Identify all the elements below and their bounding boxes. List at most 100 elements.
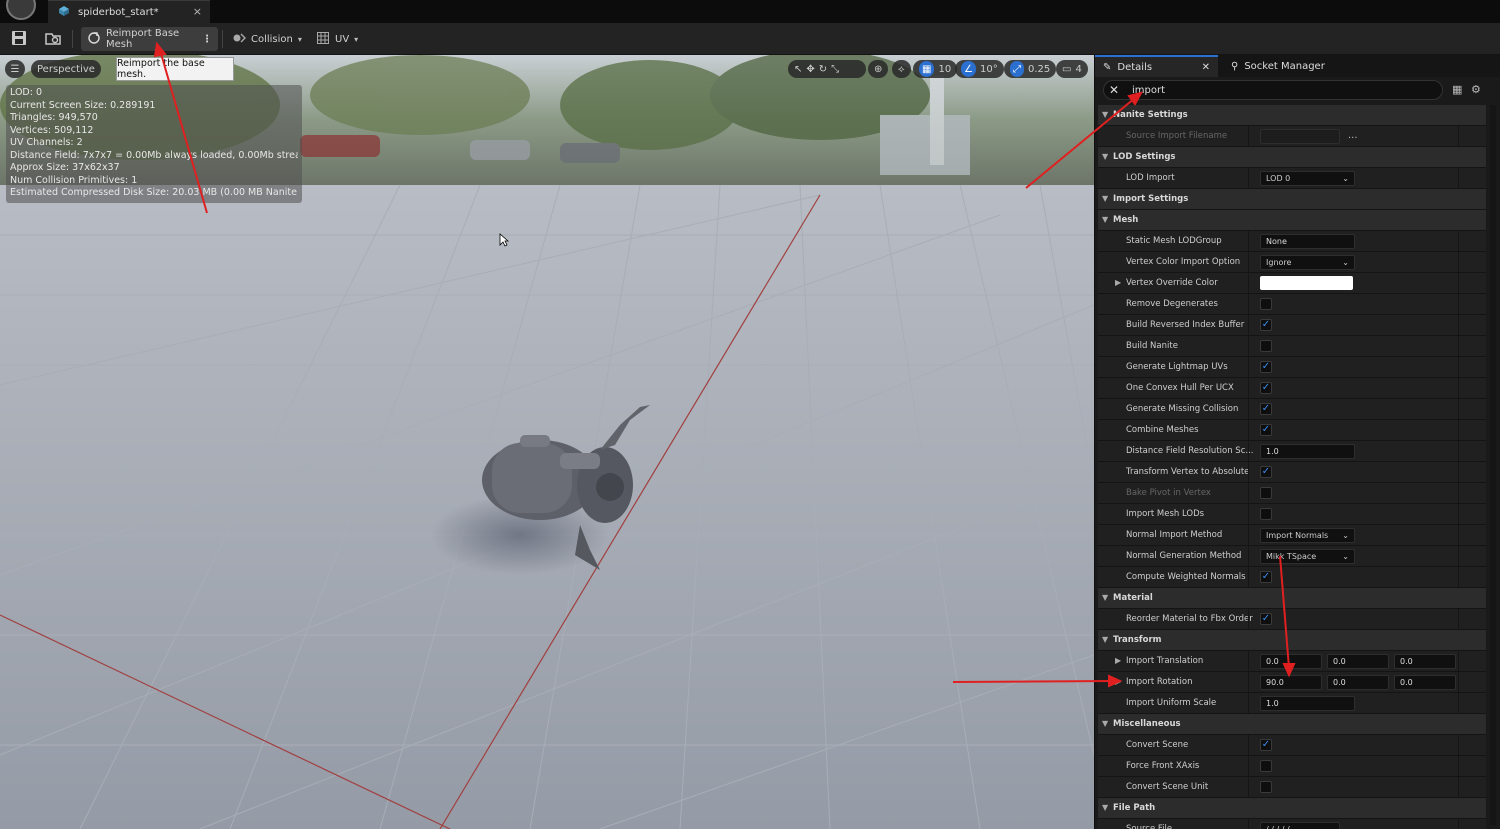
column-divider[interactable] xyxy=(1248,609,1249,629)
column-divider[interactable] xyxy=(1248,735,1249,755)
column-divider[interactable] xyxy=(1248,231,1249,251)
property-checkbox[interactable]: ✓ xyxy=(1260,613,1272,625)
collapse-arrow-icon[interactable]: ▼ xyxy=(1102,588,1108,608)
collapse-arrow-icon[interactable]: ▼ xyxy=(1102,714,1108,734)
section-header[interactable]: ▼ Material xyxy=(1098,588,1486,609)
mesh-viewport[interactable]: ☰ Perspective ↖ ✥ ↻ ⤡ ⊕ ⟡ ▦ 10 ∠ 10° ⤢ 0… xyxy=(0,55,1094,829)
expand-arrow-icon[interactable]: ▶ xyxy=(1115,651,1121,671)
property-checkbox[interactable] xyxy=(1260,508,1272,520)
gear-icon[interactable]: ⚙ xyxy=(1471,83,1485,97)
select-icon[interactable]: ↖ xyxy=(794,64,802,75)
move-icon[interactable]: ✥ xyxy=(806,64,814,75)
collision-menu-button[interactable]: Collision ▾ xyxy=(226,27,308,51)
section-header[interactable]: ▼ LOD Settings xyxy=(1098,147,1486,168)
section-header[interactable]: ▼ Mesh xyxy=(1098,210,1486,231)
reimport-base-mesh-button[interactable]: Reimport Base Mesh ⋮ xyxy=(81,27,218,51)
column-divider[interactable] xyxy=(1248,378,1249,398)
tab-details[interactable]: ✎ Details ✕ xyxy=(1095,55,1218,77)
surface-snap-toggle[interactable]: ⟡ xyxy=(892,60,911,78)
close-icon[interactable]: ✕ xyxy=(1202,62,1210,73)
y-component-field[interactable]: 0.0 xyxy=(1327,654,1389,669)
column-divider[interactable] xyxy=(1248,504,1249,524)
collapse-arrow-icon[interactable]: ▼ xyxy=(1102,630,1108,650)
column-divider[interactable] xyxy=(1248,420,1249,440)
scale-snap-button[interactable]: ⤢ 0.25 xyxy=(1004,60,1057,78)
collapse-arrow-icon[interactable]: ▼ xyxy=(1102,189,1108,209)
expand-arrow-icon[interactable]: ▶ xyxy=(1115,672,1121,692)
column-divider[interactable] xyxy=(1248,819,1249,829)
column-divider[interactable] xyxy=(1248,672,1249,692)
property-matrix-icon[interactable]: ▦ xyxy=(1452,83,1466,97)
collapse-arrow-icon[interactable]: ▼ xyxy=(1102,147,1108,167)
section-header[interactable]: ▼ Miscellaneous xyxy=(1098,714,1486,735)
column-divider[interactable] xyxy=(1248,252,1249,272)
x-component-field[interactable]: 0.0 xyxy=(1260,654,1322,669)
section-header[interactable]: ▼ Transform xyxy=(1098,630,1486,651)
property-dropdown[interactable]: Import Normals ⌄ xyxy=(1260,528,1355,543)
property-checkbox[interactable]: ✓ xyxy=(1260,382,1272,394)
column-divider[interactable] xyxy=(1248,693,1249,713)
section-header[interactable]: ▼ File Path xyxy=(1098,798,1486,819)
rotation-snap-button[interactable]: ∠ 10° xyxy=(955,60,1004,78)
scale-icon[interactable]: ⤡ xyxy=(831,64,839,75)
collapse-arrow-icon[interactable]: ▼ xyxy=(1102,210,1108,230)
column-divider[interactable] xyxy=(1248,336,1249,356)
column-divider[interactable] xyxy=(1248,462,1249,482)
property-checkbox[interactable] xyxy=(1260,340,1272,352)
column-divider[interactable] xyxy=(1248,546,1249,566)
save-icon[interactable] xyxy=(10,29,30,49)
rotate-icon[interactable]: ↻ xyxy=(819,64,827,75)
close-icon[interactable]: × xyxy=(193,5,202,18)
details-scrollbar[interactable] xyxy=(1490,105,1496,825)
uv-menu-button[interactable]: UV ▾ xyxy=(310,27,364,51)
unreal-logo-icon[interactable] xyxy=(6,0,36,20)
column-divider[interactable] xyxy=(1248,294,1249,314)
browse-button[interactable]: ... xyxy=(1348,819,1358,829)
column-divider[interactable] xyxy=(1248,525,1249,545)
property-checkbox[interactable] xyxy=(1260,760,1272,772)
column-divider[interactable] xyxy=(1248,357,1249,377)
column-divider[interactable] xyxy=(1248,315,1249,335)
property-checkbox[interactable] xyxy=(1260,298,1272,310)
z-component-field[interactable]: 0.0 xyxy=(1394,654,1456,669)
column-divider[interactable] xyxy=(1248,399,1249,419)
column-divider[interactable] xyxy=(1248,126,1249,146)
property-dropdown[interactable]: Ignore ⌄ xyxy=(1260,255,1355,270)
property-checkbox[interactable]: ✓ xyxy=(1260,571,1272,583)
tab-socket-manager[interactable]: ⚲ Socket Manager xyxy=(1223,55,1325,77)
details-search-input[interactable] xyxy=(1124,84,1424,96)
property-dropdown[interactable]: Mikk TSpace ⌄ xyxy=(1260,549,1355,564)
column-divider[interactable] xyxy=(1248,441,1249,461)
column-divider[interactable] xyxy=(1248,168,1249,188)
transform-tools-group[interactable]: ↖ ✥ ↻ ⤡ xyxy=(788,60,866,78)
expand-arrow-icon[interactable]: ▶ xyxy=(1115,273,1121,293)
column-divider[interactable] xyxy=(1248,273,1249,293)
collapse-arrow-icon[interactable]: ▼ xyxy=(1102,798,1108,818)
column-divider[interactable] xyxy=(1248,756,1249,776)
section-header[interactable]: ▼ Nanite Settings xyxy=(1098,105,1486,126)
camera-speed-button[interactable]: ▭ 4 xyxy=(1056,60,1088,78)
property-checkbox[interactable]: ✓ xyxy=(1260,466,1272,478)
property-value-field[interactable]: 1.0 xyxy=(1260,696,1355,711)
tab-spiderbot-start[interactable]: spiderbot_start* × xyxy=(48,0,210,23)
browse-to-asset-icon[interactable] xyxy=(44,29,64,49)
grid-snap-button[interactable]: ▦ 10 xyxy=(913,60,958,78)
column-divider[interactable] xyxy=(1248,777,1249,797)
property-dropdown[interactable]: LOD 0 ⌄ xyxy=(1260,171,1355,186)
more-options-icon[interactable]: ⋮ xyxy=(202,34,212,45)
color-swatch[interactable] xyxy=(1260,276,1353,290)
y-component-field[interactable]: 0.0 xyxy=(1327,675,1389,690)
property-checkbox[interactable]: ✓ xyxy=(1260,403,1272,415)
clear-search-icon[interactable]: ✕ xyxy=(1104,83,1124,97)
world-local-toggle[interactable]: ⊕ xyxy=(868,60,889,78)
x-component-field[interactable]: 90.0 xyxy=(1260,675,1322,690)
property-value-field[interactable]: 1.0 xyxy=(1260,444,1355,459)
property-checkbox[interactable] xyxy=(1260,781,1272,793)
view-mode-button[interactable]: Perspective xyxy=(31,60,101,78)
property-checkbox[interactable]: ✓ xyxy=(1260,361,1272,373)
property-checkbox[interactable]: ✓ xyxy=(1260,424,1272,436)
z-component-field[interactable]: 0.0 xyxy=(1394,675,1456,690)
column-divider[interactable] xyxy=(1248,567,1249,587)
property-checkbox[interactable]: ✓ xyxy=(1260,319,1272,331)
browse-button[interactable]: ... xyxy=(1348,126,1358,146)
